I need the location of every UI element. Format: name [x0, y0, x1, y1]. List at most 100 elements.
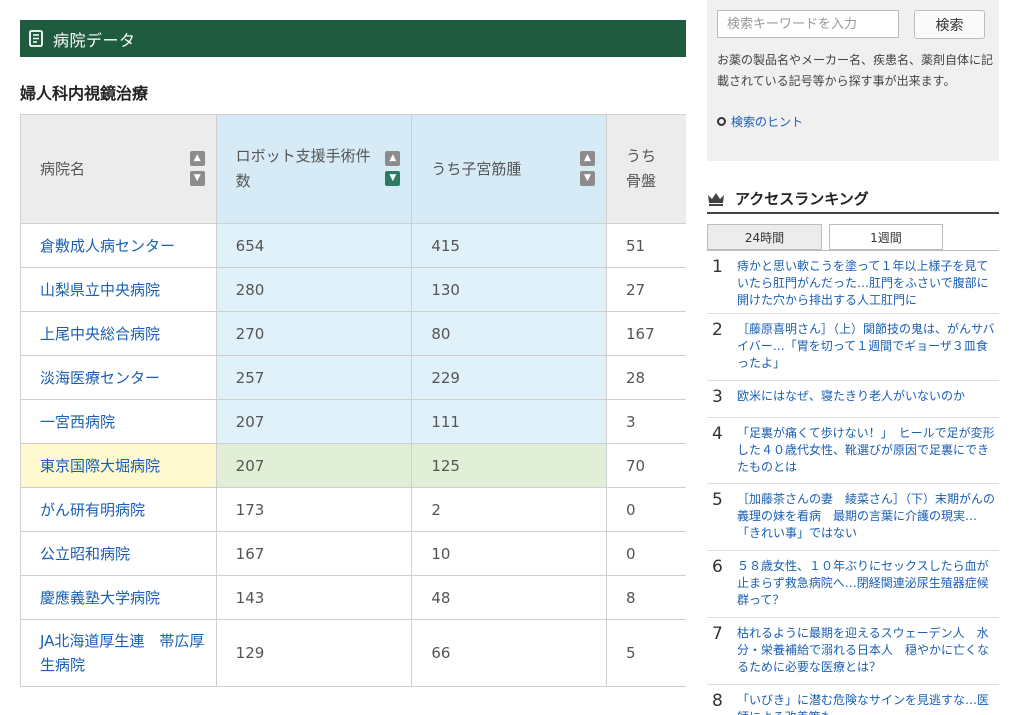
rank-article-link[interactable]: ５８歳女性、１０年ぶりにセックスしたら血が止まらず救急病院へ…閉経関連泌尿生殖器…: [737, 551, 999, 617]
search-box: 検索 お薬の製品名やメーカー名、疾患名、薬剤自体に記載されている記号等から探す事…: [707, 0, 999, 161]
tab-1week[interactable]: 1週間: [829, 224, 943, 250]
table-row: がん研有明病院 173 2 0: [20, 487, 686, 532]
rank-article-link[interactable]: 枯れるように最期を迎えるスウェーデン人 水分・栄養補給で溺れる日本人 穏やかに亡…: [737, 618, 999, 684]
table-row: 淡海医療センター 257 229 28: [20, 355, 686, 400]
pelvic-count-cell: 167: [606, 311, 686, 356]
pelvic-count-cell: 0: [606, 531, 686, 576]
pelvic-count-cell: 0: [606, 487, 686, 532]
hospital-data-panel: 病院データ 婦人科内視鏡治療 病院名 ▲ ▼ ロボット支援手術件数 ▲ ▼ うち…: [0, 0, 686, 715]
table-row-highlighted: 東京国際大堀病院 207 125 70: [20, 443, 686, 488]
table-row: 山梨県立中央病院 280 130 27: [20, 267, 686, 312]
sort-controls: ▲ ▼: [580, 151, 596, 191]
myoma-count-cell: 130: [411, 267, 608, 312]
hospital-name-cell: 慶應義塾大学病院: [20, 575, 217, 620]
col-header-label: うち骨盤: [626, 147, 657, 190]
search-help-text: お薬の製品名やメーカー名、疾患名、薬剤自体に記載されている記号等から探す事が出来…: [717, 53, 994, 88]
ranking-header: アクセスランキング: [707, 185, 999, 214]
hospital-name-cell: がん研有明病院: [20, 487, 217, 532]
ranking-item[interactable]: 3 欧米にはなぜ、寝たきり老人がいないのか: [707, 381, 999, 418]
search-button[interactable]: 検索: [914, 10, 985, 39]
hospital-name-cell: 公立昭和病院: [20, 531, 217, 576]
ranking-item[interactable]: 2 ［藤原喜明さん］（上）関節技の鬼は、がんサバイバー…「胃を切って１週間でギョ…: [707, 314, 999, 381]
myoma-count-cell: 10: [411, 531, 608, 576]
table-subtitle: 婦人科内視鏡治療: [20, 84, 149, 103]
hospital-link[interactable]: 東京国際大堀病院: [40, 457, 160, 475]
rank-number: 8: [712, 691, 723, 711]
hospital-link[interactable]: 上尾中央総合病院: [40, 325, 160, 343]
circle-bullet-icon: [717, 117, 726, 126]
col-header-pelvic[interactable]: うち骨盤: [606, 114, 686, 224]
hospital-link[interactable]: 淡海医療センター: [40, 369, 160, 387]
sort-desc-active-icon[interactable]: ▼: [385, 171, 401, 186]
sort-desc-icon[interactable]: ▼: [189, 171, 205, 186]
table-row: 上尾中央総合病院 270 80 167: [20, 311, 686, 356]
robot-count-cell: 167: [215, 531, 413, 576]
rank-number: 4: [712, 424, 723, 444]
hospital-link[interactable]: JA北海道厚生連 帯広厚生病院: [40, 632, 204, 674]
table-row: JA北海道厚生連 帯広厚生病院 129 66 5: [20, 619, 686, 687]
robot-count-cell: 207: [215, 443, 413, 488]
rank-article-link[interactable]: 「いびき」に潜む危険なサインを見逃すな…医師による改善策も: [737, 685, 999, 715]
sidebar: 検索 お薬の製品名やメーカー名、疾患名、薬剤自体に記載されている記号等から探す事…: [707, 0, 999, 715]
rank-number: 6: [712, 557, 723, 577]
document-icon: [29, 30, 43, 47]
col-header-robot[interactable]: ロボット支援手術件数 ▲ ▼: [215, 114, 413, 224]
table-header-row: 病院名 ▲ ▼ ロボット支援手術件数 ▲ ▼ うち子宮筋腫 ▲ ▼ うち骨盤: [20, 114, 686, 224]
myoma-count-cell: 48: [411, 575, 608, 620]
table-row: 一宮西病院 207 111 3: [20, 399, 686, 444]
section-header: 病院データ: [20, 20, 686, 57]
pelvic-count-cell: 28: [606, 355, 686, 400]
pelvic-count-cell: 27: [606, 267, 686, 312]
col-header-myoma[interactable]: うち子宮筋腫 ▲ ▼: [411, 114, 608, 224]
robot-count-cell: 654: [215, 223, 413, 268]
search-input[interactable]: [717, 10, 899, 38]
myoma-count-cell: 111: [411, 399, 608, 444]
ranking-item[interactable]: 4 「足裏が痛くて歩けない！」 ヒールで足が変形した４０歳代女性、靴選びが原因で…: [707, 418, 999, 484]
rank-article-link[interactable]: 痔かと思い軟こうを塗って１年以上様子を見ていたら肛門がんだった…肛門をふさいで腹…: [737, 251, 999, 313]
crown-icon: [708, 192, 724, 206]
rank-article-link[interactable]: 「足裏が痛くて歩けない！」 ヒールで足が変形した４０歳代女性、靴選びが原因で足裏…: [737, 418, 999, 483]
sort-asc-icon[interactable]: ▲: [385, 151, 401, 166]
myoma-count-cell: 2: [411, 487, 608, 532]
sort-desc-icon[interactable]: ▼: [580, 171, 596, 186]
pelvic-count-cell: 70: [606, 443, 686, 488]
ranking-item[interactable]: 6 ５８歳女性、１０年ぶりにセックスしたら血が止まらず救急病院へ…閉経関連泌尿生…: [707, 551, 999, 618]
search-hint-link[interactable]: 検索のヒント: [717, 113, 803, 130]
ranking-item[interactable]: 8 「いびき」に潜む危険なサインを見逃すな…医師による改善策も: [707, 685, 999, 715]
myoma-count-cell: 415: [411, 223, 608, 268]
ranking-item[interactable]: 7 枯れるように最期を迎えるスウェーデン人 水分・栄養補給で溺れる日本人 穏やか…: [707, 618, 999, 685]
hospital-name-cell: 東京国際大堀病院: [20, 443, 217, 488]
ranking-tabs: 24時間 1週間: [707, 224, 999, 251]
hospital-link[interactable]: がん研有明病院: [40, 501, 145, 519]
robot-count-cell: 280: [215, 267, 413, 312]
hospital-table: 病院名 ▲ ▼ ロボット支援手術件数 ▲ ▼ うち子宮筋腫 ▲ ▼ うち骨盤 倉…: [20, 114, 686, 687]
hospital-link[interactable]: 一宮西病院: [40, 413, 115, 431]
sort-asc-icon[interactable]: ▲: [189, 151, 205, 166]
hospital-link[interactable]: 倉敷成人病センター: [40, 237, 175, 255]
section-title: 病院データ: [53, 30, 136, 50]
hospital-name-cell: 倉敷成人病センター: [20, 223, 217, 268]
hospital-link[interactable]: 慶應義塾大学病院: [40, 589, 160, 607]
hospital-name-cell: 一宮西病院: [20, 399, 217, 444]
myoma-count-cell: 125: [411, 443, 608, 488]
col-header-hospital[interactable]: 病院名 ▲ ▼: [20, 114, 217, 224]
hospital-link[interactable]: 山梨県立中央病院: [40, 281, 160, 299]
robot-count-cell: 257: [215, 355, 413, 400]
ranking-item[interactable]: 1 痔かと思い軟こうを塗って１年以上様子を見ていたら肛門がんだった…肛門をふさい…: [707, 251, 999, 314]
pelvic-count-cell: 3: [606, 399, 686, 444]
hospital-name-cell: JA北海道厚生連 帯広厚生病院: [20, 619, 217, 687]
rank-article-link[interactable]: ［加藤茶さんの妻 綾菜さん］（下）末期がんの義理の妹を看病 最期の言葉に介護の現…: [737, 484, 999, 550]
tab-24h[interactable]: 24時間: [707, 224, 822, 250]
rank-number: 2: [712, 320, 723, 340]
table-row: 慶應義塾大学病院 143 48 8: [20, 575, 686, 620]
rank-article-link[interactable]: 欧米にはなぜ、寝たきり老人がいないのか: [737, 381, 999, 417]
rank-number: 7: [712, 624, 723, 644]
ranking-item[interactable]: 5 ［加藤茶さんの妻 綾菜さん］（下）末期がんの義理の妹を看病 最期の言葉に介護…: [707, 484, 999, 551]
sort-asc-icon[interactable]: ▲: [580, 151, 596, 166]
ranking-list: 1 痔かと思い軟こうを塗って１年以上様子を見ていたら肛門がんだった…肛門をふさい…: [707, 251, 999, 715]
sort-controls: ▲ ▼: [385, 151, 401, 191]
rank-article-link[interactable]: ［藤原喜明さん］（上）関節技の鬼は、がんサバイバー…「胃を切って１週間でギョーザ…: [737, 314, 999, 380]
hospital-link[interactable]: 公立昭和病院: [40, 545, 130, 563]
rank-number: 1: [712, 257, 723, 277]
pelvic-count-cell: 8: [606, 575, 686, 620]
